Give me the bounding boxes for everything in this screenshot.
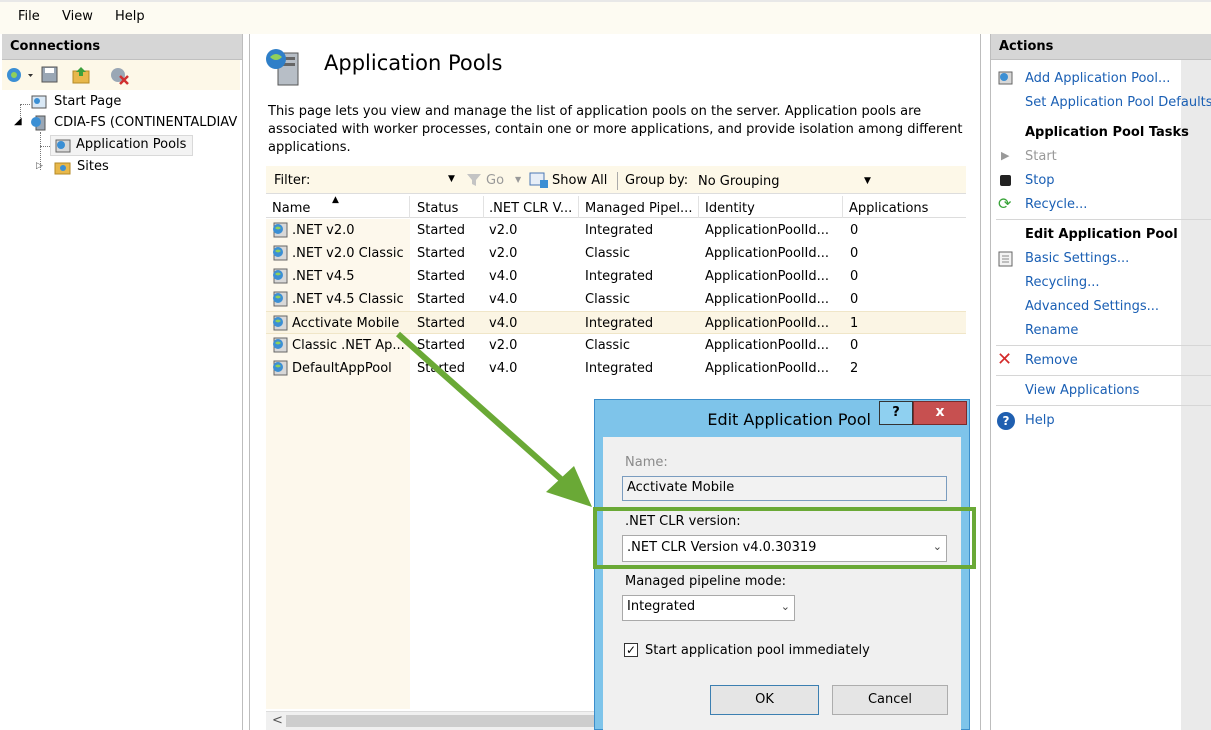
dialog-close-button[interactable]: x [913,401,967,425]
pipeline-mode-select[interactable]: Integrated ⌄ [622,595,795,621]
dialog-title: Edit Application Pool [707,410,871,429]
start-immediately-label: Start application pool immediately [645,643,870,658]
name-label: Name: [625,455,668,470]
chevron-down-icon: ⌄ [780,600,790,613]
dialog-help-button[interactable]: ? [879,401,913,425]
name-field[interactable]: Acctivate Mobile [622,476,947,501]
ok-button[interactable]: OK [710,685,819,715]
start-immediately-checkbox[interactable]: ✓ [624,643,638,657]
clr-highlight-box [593,507,976,569]
dialog-body: Name: Acctivate Mobile .NET CLR version:… [603,437,961,730]
cancel-button[interactable]: Cancel [832,685,948,715]
pipeline-mode-value: Integrated [627,599,696,614]
pipeline-mode-label: Managed pipeline mode: [625,574,786,589]
